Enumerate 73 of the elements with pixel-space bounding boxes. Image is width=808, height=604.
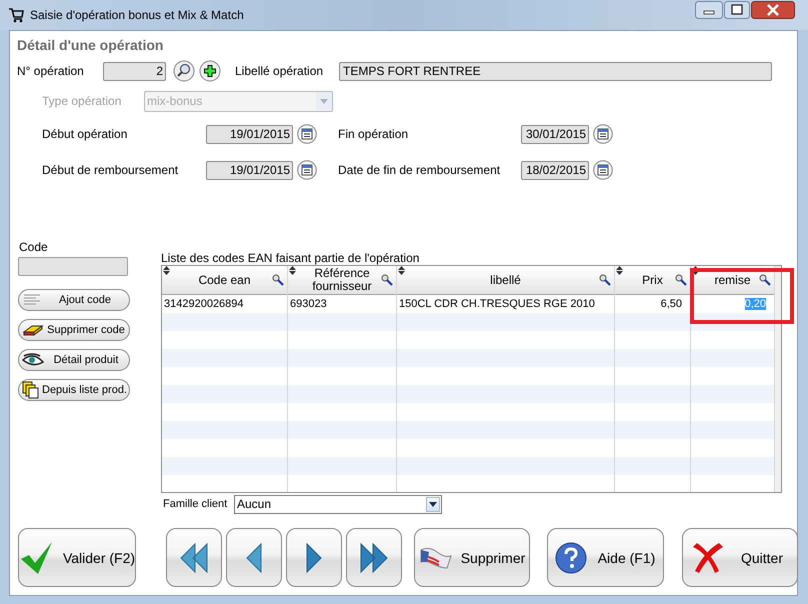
eraser-icon xyxy=(22,323,44,337)
side-button[interactable]: Détail produit xyxy=(18,349,130,371)
family-dropdown[interactable]: Aucun xyxy=(234,494,442,514)
double-left-arrow-icon xyxy=(179,542,209,574)
cart-icon xyxy=(8,7,24,23)
eye-icon xyxy=(22,353,44,367)
search-icon xyxy=(759,274,771,286)
sort-icon xyxy=(616,266,623,275)
maximize-icon[interactable] xyxy=(724,1,750,19)
flag-icon xyxy=(418,546,453,570)
quit-button[interactable]: Quitter xyxy=(682,528,798,587)
help-icon xyxy=(554,540,588,574)
dropdown-arrow-icon xyxy=(429,502,437,506)
table-cell-text: 0,20 xyxy=(744,297,767,312)
field-label: Libellé opération xyxy=(235,64,324,78)
column-header[interactable]: Code ean xyxy=(162,266,287,295)
field-label: Début de remboursement xyxy=(42,163,180,177)
next-button[interactable] xyxy=(286,528,342,587)
search-icon[interactable] xyxy=(173,60,195,82)
sort-icon xyxy=(163,266,170,275)
calendar-icon[interactable] xyxy=(593,160,613,180)
close-icon[interactable] xyxy=(751,1,795,19)
date-field[interactable]: 18/02/2015 xyxy=(521,160,589,180)
table-cell-text: 693023 xyxy=(289,297,328,312)
last-button[interactable] xyxy=(346,528,402,587)
minimize-icon[interactable] xyxy=(695,1,723,19)
previous-button[interactable] xyxy=(226,528,282,587)
number-field[interactable]: 2 xyxy=(103,62,166,80)
search-icon xyxy=(272,274,284,286)
table-cell-text: 6,50 xyxy=(660,297,683,312)
side-button[interactable]: Supprimer code xyxy=(18,319,130,341)
table-cell-text: 150CL CDR CH.TRESQUES RGE 2010 xyxy=(398,297,596,312)
field-label: Code xyxy=(18,240,49,254)
help-button[interactable]: Aide (F1) xyxy=(547,528,664,587)
code-field[interactable] xyxy=(18,257,128,276)
add-icon[interactable] xyxy=(199,60,221,82)
field-label: Type opération xyxy=(42,94,122,108)
validate-button[interactable]: Valider (F2) xyxy=(18,528,136,587)
date-field[interactable]: 19/01/2015 xyxy=(206,160,293,180)
table-cell-text: 3142920026894 xyxy=(163,297,245,312)
side-button[interactable]: Ajout code xyxy=(18,289,130,311)
first-button[interactable] xyxy=(166,528,222,587)
field-label: Fin opération xyxy=(338,127,410,141)
search-icon xyxy=(381,274,393,286)
field-label: Début opération xyxy=(42,127,128,141)
window-title: Saisie d'opération bonus et Mix & Match xyxy=(30,8,245,22)
field-label: Date de fin de remboursement xyxy=(338,163,502,177)
list-icon xyxy=(22,293,42,307)
double-right-arrow-icon xyxy=(359,542,389,574)
date-field[interactable]: 19/01/2015 xyxy=(206,124,293,144)
right-arrow-icon xyxy=(305,542,323,574)
name-field[interactable]: TEMPS FORT RENTREE xyxy=(339,62,772,80)
calendar-icon[interactable] xyxy=(297,160,317,180)
column-header[interactable]: Prix xyxy=(615,266,690,295)
search-icon xyxy=(599,274,611,286)
table-caption: Liste des codes EAN faisant partie de l'opération xyxy=(161,251,420,265)
field-label: N° opération xyxy=(17,64,85,78)
sort-icon xyxy=(692,266,699,275)
dropdown-arrow-icon xyxy=(320,98,328,104)
side-button[interactable]: Depuis liste prod. xyxy=(18,379,130,401)
left-arrow-icon xyxy=(245,542,263,574)
delete-button[interactable]: Supprimer xyxy=(414,528,530,587)
column-header[interactable]: Référence fournisseur xyxy=(288,266,396,295)
calendar-icon[interactable] xyxy=(593,124,613,144)
date-field[interactable]: 30/01/2015 xyxy=(521,124,589,144)
sort-icon xyxy=(289,266,296,275)
field-label: Famille client xyxy=(163,498,228,510)
column-header[interactable]: libellé xyxy=(397,266,614,295)
documents-icon xyxy=(22,381,40,399)
search-icon xyxy=(675,274,687,286)
section-title: Détail d'une opération xyxy=(17,36,164,55)
sort-icon xyxy=(398,266,405,275)
calendar-icon[interactable] xyxy=(297,124,317,144)
